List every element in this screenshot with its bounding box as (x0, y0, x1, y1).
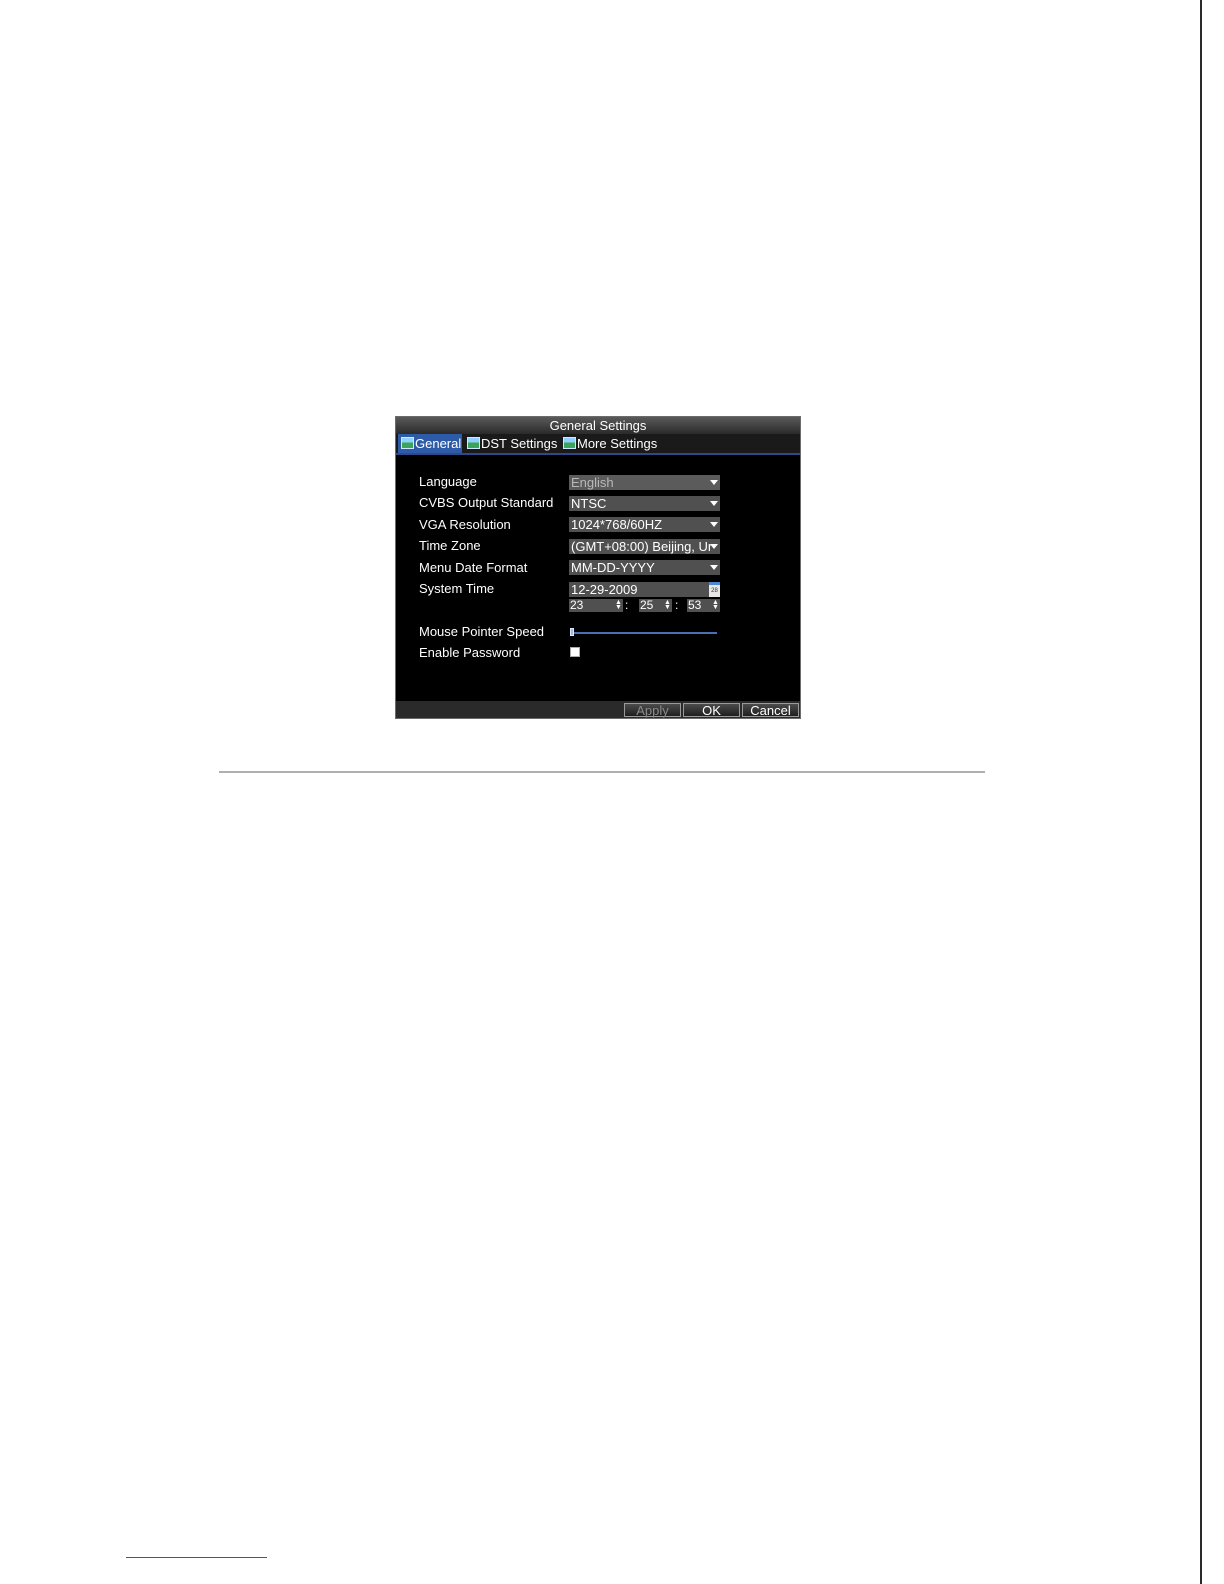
landscape-icon (401, 437, 414, 449)
cancel-button[interactable]: Cancel (742, 703, 799, 718)
cvbs-label: CVBS Output Standard (419, 495, 554, 510)
chevron-down-icon (710, 522, 718, 527)
calendar-icon[interactable]: 28 (709, 582, 720, 597)
timezone-select[interactable]: (GMT+08:00) Beijing, Ur (569, 539, 720, 554)
section-divider (219, 771, 985, 773)
enable-password-checkbox[interactable] (570, 647, 580, 657)
tab-general[interactable]: General (398, 434, 462, 453)
footnote-divider (126, 1557, 267, 1558)
landscape-icon (563, 437, 576, 449)
apply-button[interactable]: Apply (624, 703, 681, 718)
timezone-value: (GMT+08:00) Beijing, Ur (571, 539, 713, 554)
tab-more-settings[interactable]: More Settings (560, 434, 660, 453)
language-select[interactable]: English (569, 475, 720, 490)
cvbs-select[interactable]: NTSC (569, 496, 720, 511)
mouse-speed-slider[interactable] (570, 632, 717, 634)
tab-dst-settings-label: DST Settings (481, 436, 558, 451)
mouse-speed-label: Mouse Pointer Speed (419, 624, 545, 639)
second-stepper[interactable]: 53 ▲ ▼ (687, 599, 720, 612)
system-date-input[interactable]: 12-29-2009 28 (569, 582, 720, 597)
tab-more-settings-label: More Settings (577, 436, 658, 451)
landscape-icon (467, 437, 480, 449)
time-separator: : (625, 598, 629, 612)
chevron-down-icon (710, 480, 718, 485)
chevron-down-icon (710, 565, 718, 570)
manual-page: General Settings General DST Settings Mo… (0, 0, 1224, 1584)
language-value: English (571, 475, 614, 490)
page-edge-line (1200, 0, 1202, 1584)
tab-bar: General DST Settings More Settings (396, 434, 800, 455)
button-bar: Apply OK Cancel (396, 701, 800, 718)
chevron-down-icon (710, 501, 718, 506)
minute-value: 25 (640, 598, 654, 612)
date-format-value: MM-DD-YYYY (571, 560, 655, 575)
minute-stepper[interactable]: 25 ▲ ▼ (639, 599, 672, 612)
stepper-arrows-icon[interactable]: ▲ ▼ (712, 599, 719, 611)
system-time-label: System Time (419, 581, 495, 596)
vga-select[interactable]: 1024*768/60HZ (569, 517, 720, 532)
ok-button[interactable]: OK (683, 703, 740, 718)
dialog-title: General Settings (396, 417, 800, 434)
language-label: Language (419, 474, 477, 489)
system-date-value: 12-29-2009 (571, 582, 638, 597)
tab-dst-settings[interactable]: DST Settings (464, 434, 558, 453)
vga-value: 1024*768/60HZ (571, 517, 663, 532)
date-format-select[interactable]: MM-DD-YYYY (569, 560, 720, 575)
slider-handle[interactable] (570, 628, 574, 636)
timezone-label: Time Zone (419, 538, 481, 553)
general-settings-dialog: General Settings General DST Settings Mo… (395, 416, 801, 719)
cvbs-value: NTSC (571, 496, 607, 511)
stepper-arrows-icon[interactable]: ▲ ▼ (664, 599, 671, 611)
hour-value: 23 (570, 598, 584, 612)
tab-general-label: General (415, 436, 462, 451)
date-format-label: Menu Date Format (419, 560, 528, 575)
vga-label: VGA Resolution (419, 517, 511, 532)
stepper-arrows-icon[interactable]: ▲ ▼ (615, 599, 622, 611)
hour-stepper[interactable]: 23 ▲ ▼ (569, 599, 623, 612)
chevron-down-icon (710, 544, 718, 549)
enable-password-label: Enable Password (419, 645, 521, 660)
second-value: 53 (688, 598, 702, 612)
time-separator: : (675, 598, 679, 612)
